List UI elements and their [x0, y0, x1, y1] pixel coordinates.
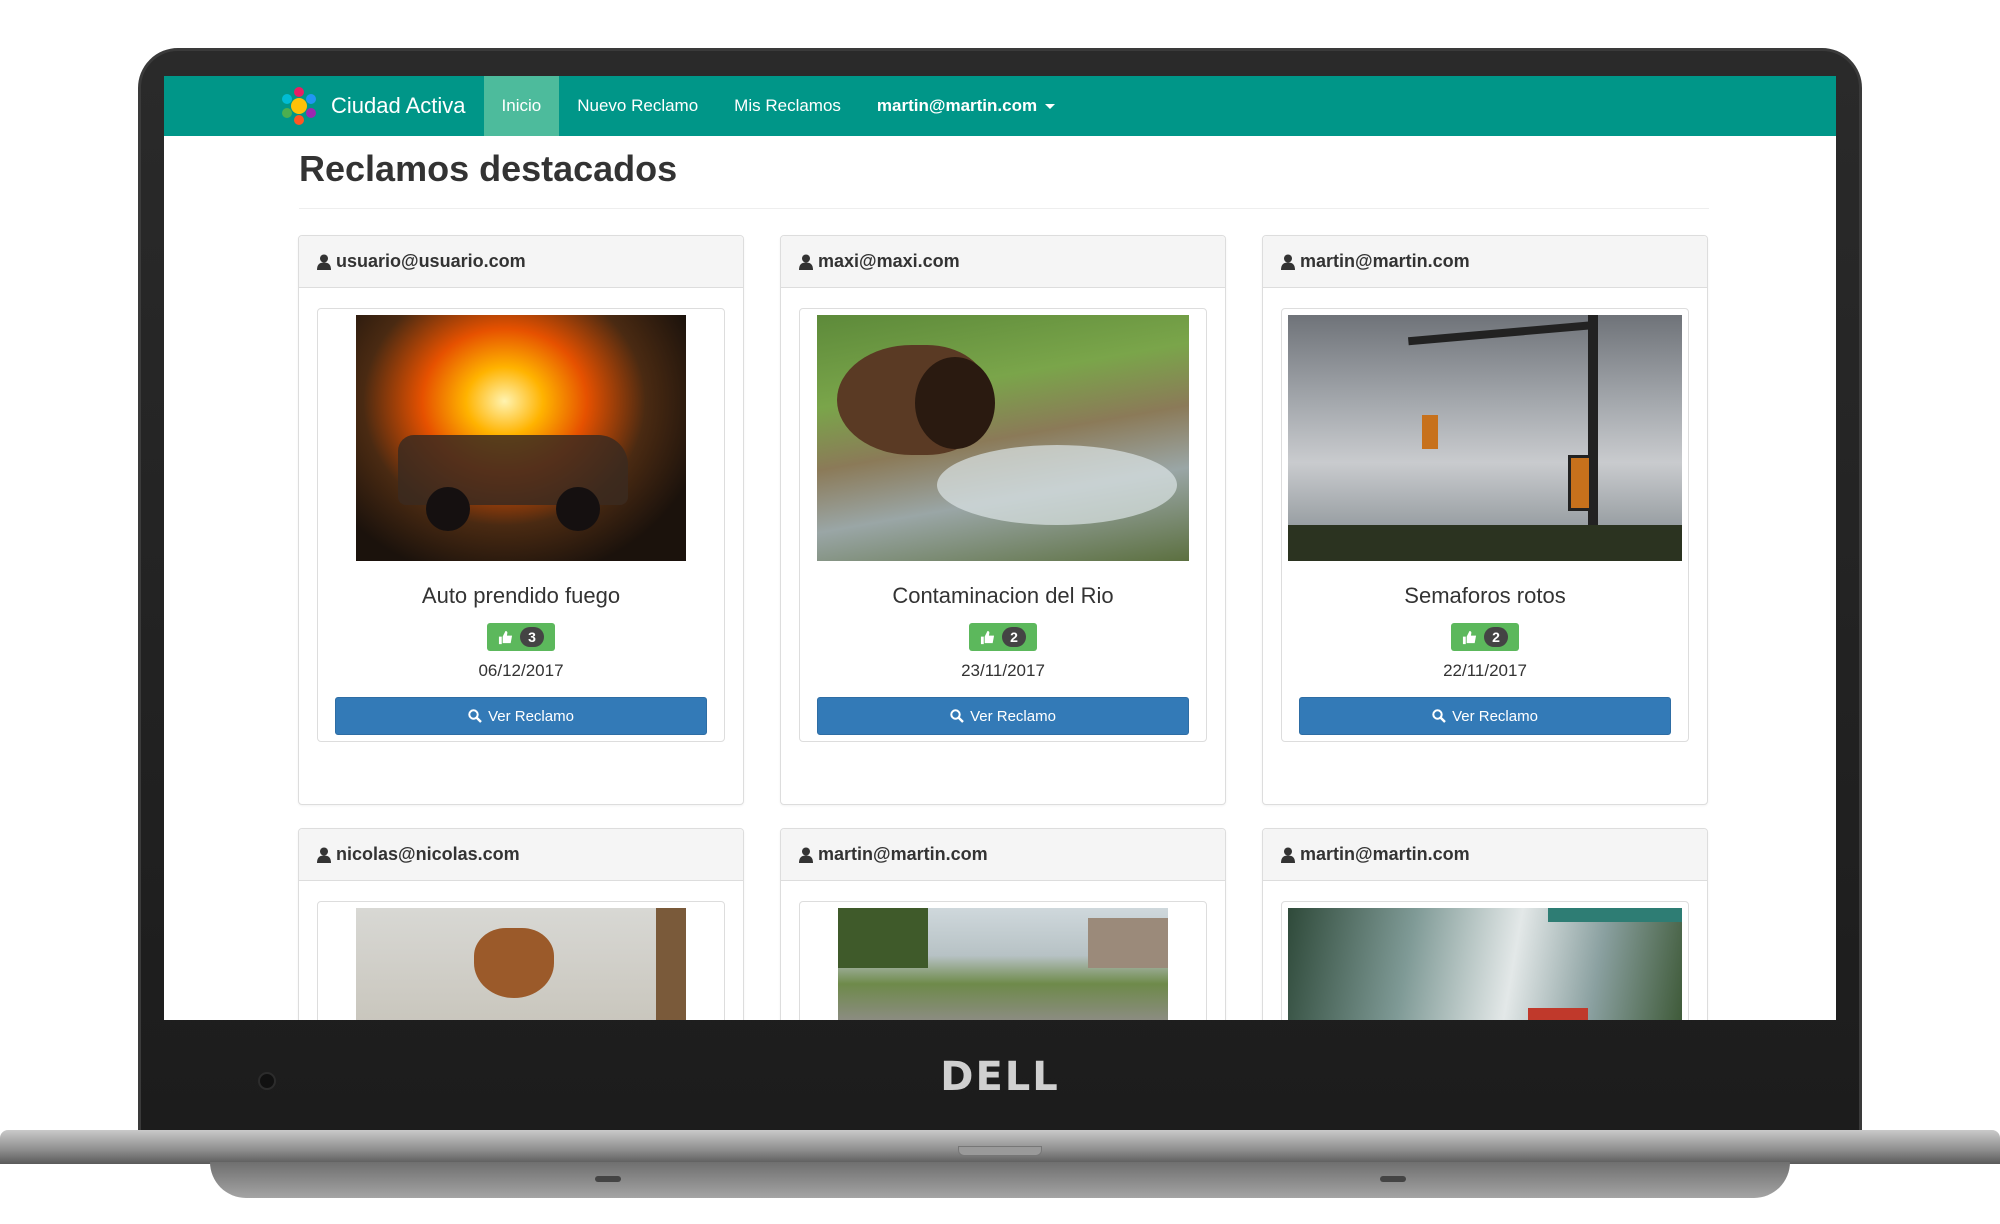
claim-card-header: martin@martin.com [781, 829, 1225, 881]
damaged-street-photo [838, 908, 1168, 1020]
claim-title: Contaminacion del Rio [892, 583, 1114, 608]
view-claim-label: Ver Reclamo [970, 707, 1056, 725]
claim-thumbnail [1281, 901, 1689, 1020]
nav-item-nuevo-reclamo[interactable]: Nuevo Reclamo [559, 76, 716, 136]
laptop-base-lower [210, 1162, 1790, 1198]
like-count: 2 [1002, 627, 1026, 647]
claim-thumbnail: Auto prendido fuego 3 06/12/2017 Ver Rec… [317, 308, 725, 742]
laptop-notch [958, 1146, 1042, 1156]
claim-card-header: martin@martin.com [1263, 829, 1707, 881]
user-dropdown-label: martin@martin.com [876, 96, 1038, 115]
like-button[interactable]: 3 [487, 623, 555, 651]
user-icon [1281, 847, 1295, 863]
claim-card: martin@martin.com Semaforos rotos 2 22/1… [1262, 235, 1708, 805]
view-claim-label: Ver Reclamo [1452, 707, 1538, 725]
view-claim-button[interactable]: Ver Reclamo [335, 697, 707, 735]
polluted-river-pipe-photo [817, 315, 1189, 561]
claim-user: martin@martin.com [818, 844, 988, 864]
claim-caption: Contaminacion del Rio 2 23/11/2017 Ver R… [806, 583, 1200, 735]
page-title: Reclamos destacados [299, 148, 678, 189]
user-icon [1281, 254, 1295, 270]
claim-card: martin@martin.com [780, 828, 1226, 1020]
user-icon [799, 847, 813, 863]
stray-dog-photo [356, 908, 686, 1020]
broken-bus-stop-photo [1288, 908, 1682, 1020]
user-icon [317, 254, 331, 270]
view-claim-label: Ver Reclamo [488, 707, 574, 725]
claim-card-header: maxi@maxi.com [781, 236, 1225, 288]
claim-card: martin@martin.com [1262, 828, 1708, 1020]
nav-item-inicio[interactable]: Inicio [483, 76, 560, 136]
claim-thumbnail: Contaminacion del Rio 2 23/11/2017 Ver R… [799, 308, 1207, 742]
claim-user: usuario@usuario.com [336, 251, 526, 271]
nav-menu: Inicio Nuevo Reclamo Mis Reclamos martin… [483, 76, 1074, 136]
claim-date: 06/12/2017 [478, 661, 564, 680]
search-icon [950, 709, 964, 723]
claim-date: 23/11/2017 [961, 661, 1045, 680]
screen: Ciudad Activa Inicio Nuevo Reclamo Mis R… [164, 76, 1836, 1020]
brand-link[interactable]: Ciudad Activa [279, 76, 466, 136]
title-divider [299, 208, 1709, 209]
claim-card-header: martin@martin.com [1263, 236, 1707, 288]
claim-card: nicolas@nicolas.com [298, 828, 744, 1020]
search-icon [468, 709, 482, 723]
claim-title: Semaforos rotos [1404, 583, 1566, 608]
broken-traffic-light-photo [1288, 315, 1682, 561]
claim-caption: Semaforos rotos 2 22/11/2017 Ver Reclamo [1288, 583, 1682, 735]
thumbs-up-icon [498, 630, 513, 644]
claim-date: 22/11/2017 [1443, 661, 1527, 680]
claim-card-header: usuario@usuario.com [299, 236, 743, 288]
user-icon [799, 254, 813, 270]
nav-item-mis-reclamos[interactable]: Mis Reclamos [716, 76, 859, 136]
like-button[interactable]: 2 [1451, 623, 1519, 651]
claim-thumbnail [799, 901, 1207, 1020]
thumbs-up-icon [1462, 630, 1477, 644]
view-claim-button[interactable]: Ver Reclamo [1299, 697, 1671, 735]
claim-user: martin@martin.com [1300, 251, 1470, 271]
claim-user: nicolas@nicolas.com [336, 844, 520, 864]
like-button[interactable]: 2 [969, 623, 1037, 651]
caret-down-icon [1045, 104, 1056, 110]
like-count: 2 [1484, 627, 1508, 647]
claim-caption: Auto prendido fuego 3 06/12/2017 Ver Rec… [324, 583, 718, 735]
laptop-foot [1380, 1176, 1406, 1182]
claim-card-header: nicolas@nicolas.com [299, 829, 743, 881]
user-dropdown[interactable]: martin@martin.com [859, 76, 1073, 136]
claim-card: maxi@maxi.com Contaminacion del Rio 2 23… [780, 235, 1226, 805]
claim-thumbnail [317, 901, 725, 1020]
like-count: 3 [520, 627, 544, 647]
claim-user: martin@martin.com [1300, 844, 1470, 864]
dell-logo: DELL [940, 1054, 1060, 1100]
view-claim-button[interactable]: Ver Reclamo [817, 697, 1189, 735]
search-icon [1432, 709, 1446, 723]
flower-logo-icon [282, 87, 316, 125]
thumbs-up-icon [980, 630, 995, 644]
claim-user: maxi@maxi.com [818, 251, 960, 271]
navbar: Ciudad Activa Inicio Nuevo Reclamo Mis R… [164, 76, 1836, 136]
claim-thumbnail: Semaforos rotos 2 22/11/2017 Ver Reclamo [1281, 308, 1689, 742]
burning-car-photo [356, 315, 686, 561]
laptop-foot [595, 1176, 621, 1182]
brand-name: Ciudad Activa [331, 93, 466, 118]
claim-title: Auto prendido fuego [421, 583, 621, 608]
claim-card: usuario@usuario.com Auto prendido fuego … [298, 235, 744, 805]
user-icon [317, 847, 331, 863]
